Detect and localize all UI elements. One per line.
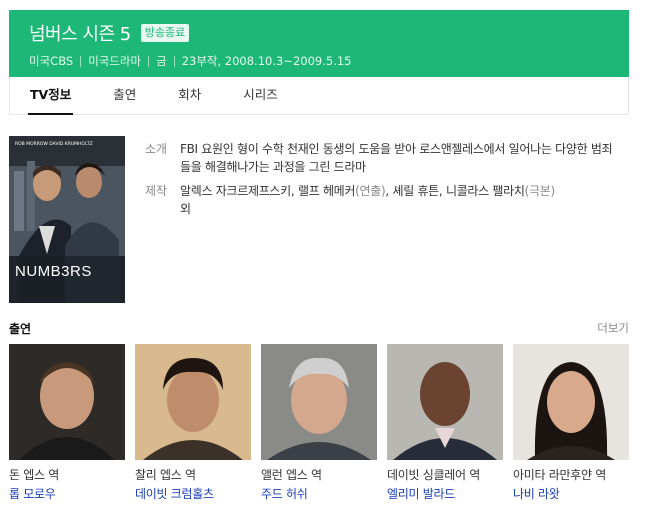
tab-cast[interactable]: 출연 bbox=[113, 77, 136, 114]
meta-episodes: 23부작, 2008.10.3~2009.5.15 bbox=[181, 54, 352, 68]
production-role2: (극본) bbox=[524, 184, 556, 198]
meta-divider bbox=[148, 55, 150, 67]
cast-photo[interactable] bbox=[387, 344, 503, 460]
production-etc[interactable]: 외 bbox=[180, 202, 191, 216]
tab-tv-info[interactable]: TV정보 bbox=[27, 77, 74, 115]
tab-series[interactable]: 시리즈 bbox=[243, 77, 278, 114]
production-more[interactable]: , 셰릴 휴튼, 니콜라스 팰라치 bbox=[385, 184, 525, 198]
program-title[interactable]: 넘버스 시즌 5 bbox=[29, 20, 131, 46]
program-header: 넘버스 시즌 5 방송종료 미국CBS 미국드라마 금 23부작, 2008.1… bbox=[9, 10, 629, 77]
cast-photo[interactable] bbox=[261, 344, 377, 460]
cast-card[interactable]: 돈 엡스 역 롭 모로우 bbox=[9, 344, 125, 502]
intro-text: FBI 요원인 형이 수학 천재인 동생의 도움을 받아 로스앤젤레스에서 일어… bbox=[180, 142, 613, 174]
program-meta: 미국CBS 미국드라마 금 23부작, 2008.10.3~2009.5.15 bbox=[29, 54, 629, 68]
cast-photo[interactable] bbox=[135, 344, 251, 460]
production-label: 제작 bbox=[145, 184, 168, 198]
more-link[interactable]: 더보기 bbox=[597, 320, 629, 337]
cast-actor-link[interactable]: 데이빗 크럼홀츠 bbox=[135, 486, 251, 502]
intro-label: 소개 bbox=[145, 142, 168, 156]
cast-actor-link[interactable]: 주드 허쉬 bbox=[261, 486, 377, 502]
meta-day: 금 bbox=[156, 54, 167, 68]
cast-photo[interactable] bbox=[9, 344, 125, 460]
cast-actor-link[interactable]: 롭 모로우 bbox=[9, 486, 125, 502]
cast-section-title: 출연 bbox=[9, 322, 32, 336]
program-info: 소개 FBI 요원인 형이 수학 천재인 동생의 도움을 받아 로스앤젤레스에서… bbox=[145, 140, 615, 224]
meta-genre: 미국드라마 bbox=[88, 54, 142, 68]
poster-logo-text: NUMB3RS bbox=[15, 263, 92, 280]
cast-role: 찰리 엡스 역 bbox=[135, 468, 196, 482]
cast-list: 돈 엡스 역 롭 모로우 찰리 엡스 역 데이빗 크럼홀츠 앨런 엡스 역 주드… bbox=[9, 344, 629, 502]
meta-divider bbox=[173, 55, 175, 67]
cast-card[interactable]: 찰리 엡스 역 데이빗 크럼홀츠 bbox=[135, 344, 251, 502]
cast-photo[interactable] bbox=[513, 344, 629, 460]
poster-image[interactable]: ROB MORROW DAVID KRUMHOLTZ NUMB3RS bbox=[9, 136, 125, 303]
cast-card[interactable]: 앨런 엡스 역 주드 허쉬 bbox=[261, 344, 377, 502]
cast-role: 돈 엡스 역 bbox=[9, 468, 59, 482]
cast-card[interactable]: 데이빗 싱클레어 역 엘리미 발라드 bbox=[387, 344, 503, 502]
cast-card[interactable]: 아미타 라만후얀 역 나비 라왓 bbox=[513, 344, 629, 502]
meta-divider bbox=[80, 55, 82, 67]
cast-role: 데이빗 싱클레어 역 bbox=[387, 468, 480, 482]
cast-role: 앨런 엡스 역 bbox=[261, 468, 322, 482]
poster-cast-names: ROB MORROW DAVID KRUMHOLTZ bbox=[15, 141, 93, 147]
production-names[interactable]: 알렉스 자크르제프스키, 랠프 헤메커 bbox=[180, 184, 355, 198]
production-role: (연출) bbox=[355, 184, 386, 198]
cast-header: 출연 더보기 bbox=[9, 320, 629, 337]
status-badge: 방송종료 bbox=[140, 24, 190, 42]
cast-actor-link[interactable]: 나비 라왓 bbox=[513, 486, 629, 502]
cast-role: 아미타 라만후얀 역 bbox=[513, 468, 606, 482]
cast-actor-link[interactable]: 엘리미 발라드 bbox=[387, 486, 503, 502]
tab-bar: TV정보 출연 회차 시리즈 bbox=[9, 77, 629, 115]
production-text: 알렉스 자크르제프스키, 랠프 헤메커(연출), 셰릴 휴튼, 니콜라스 팰라치… bbox=[180, 182, 555, 218]
meta-channel: 미국CBS bbox=[29, 54, 74, 68]
tab-episodes[interactable]: 회차 bbox=[178, 77, 201, 114]
